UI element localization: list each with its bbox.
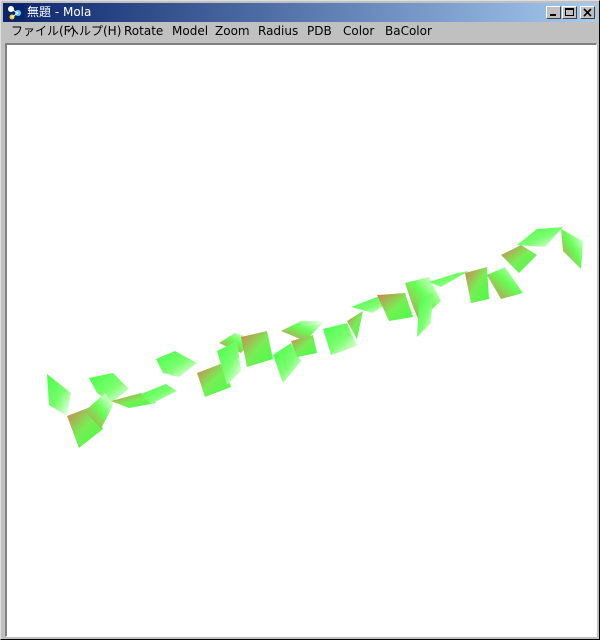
menu-bacolor[interactable]: BaColor [385,22,432,41]
menu-help[interactable]: ヘルプ(H) [67,22,121,41]
ribbon-segment [377,293,413,321]
window-title: 無題 - Mola [27,5,92,19]
title-bar[interactable]: 無題 - Mola [3,3,597,22]
ribbon-segment [517,227,563,247]
ribbon-model [47,227,583,448]
close-icon [583,8,592,17]
minimize-icon [550,14,556,16]
menu-zoom[interactable]: Zoom [215,22,250,41]
protein-ribbon [47,227,583,448]
menu-rotate[interactable]: Rotate [124,22,163,41]
menu-file[interactable]: ファイル(F) [11,22,75,41]
ribbon-segment [429,271,469,287]
ribbon-segment [465,267,489,303]
menu-bar: ファイル(F) ヘルプ(H) Rotate Model Zoom Radius … [3,22,597,41]
close-button[interactable] [580,6,595,19]
molecule-viewport[interactable] [5,43,597,637]
minimize-button[interactable] [546,6,561,19]
ribbon-segment [156,351,197,377]
ribbon-segment [501,245,537,273]
menu-pdb[interactable]: PDB [307,22,332,41]
app-window: 無題 - Mola ファイル(F) ヘルプ(H) Rotate Model Zo… [0,0,600,640]
ribbon-segment [487,267,523,299]
mola-app-icon[interactable] [6,4,24,21]
ribbon-segment [241,331,273,367]
maximize-icon [565,8,574,16]
menu-model[interactable]: Model [172,22,208,41]
ribbon-segment [561,229,583,269]
maximize-button[interactable] [562,6,577,19]
menu-color[interactable]: Color [343,22,374,41]
menu-radius[interactable]: Radius [258,22,298,41]
ribbon-segment [47,374,71,416]
